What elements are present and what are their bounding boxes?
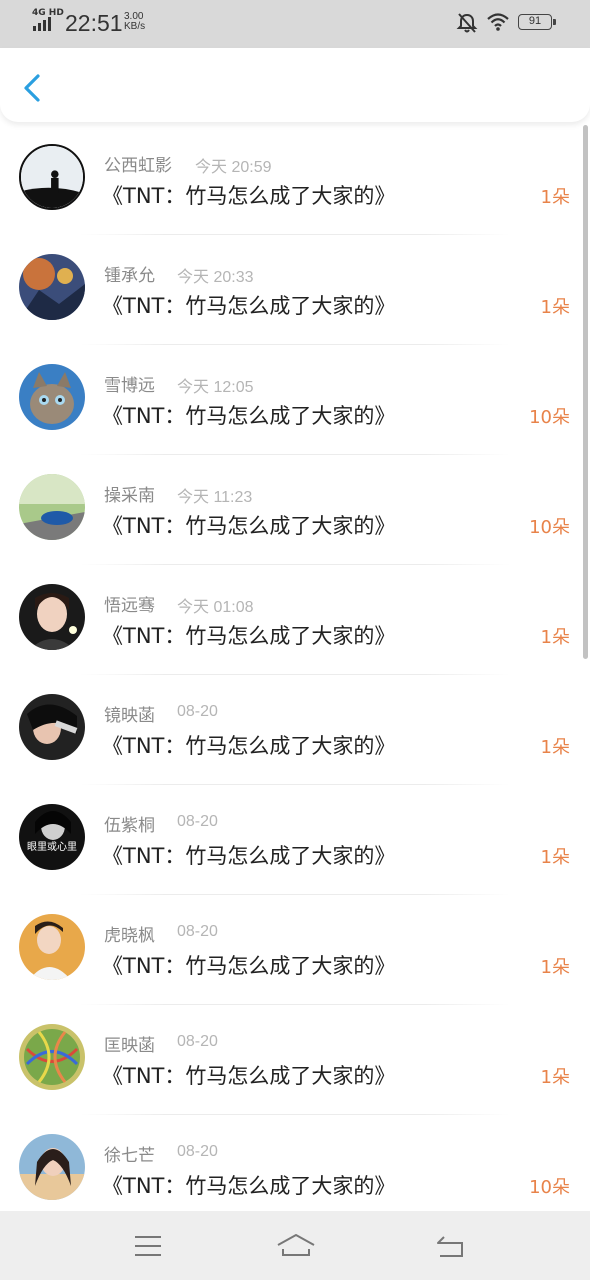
top-app-bar (0, 48, 590, 122)
book-title: 《TNT：竹马怎么成了大家的》 (102, 734, 396, 758)
sender-name: 公西虹影 (104, 156, 172, 176)
sent-time: 今天 20:33 (177, 269, 254, 286)
sent-time: 08-20 (177, 813, 218, 830)
status-bar: 4G HD 22:51 3.00 KB/s 91 (0, 0, 590, 48)
gift-record-list: 公西虹影 今天 20:59 《TNT：竹马怎么成了大家的》 1朵 锺承允 今天 … (0, 125, 590, 1211)
book-title: 《TNT：竹马怎么成了大家的》 (102, 1174, 396, 1198)
flower-count: 10朵 (529, 517, 570, 538)
avatar (19, 364, 85, 430)
book-title: 《TNT：竹马怎么成了大家的》 (102, 844, 396, 868)
book-title: 《TNT：竹马怎么成了大家的》 (102, 294, 396, 318)
sent-time: 08-20 (177, 703, 218, 720)
avatar (19, 474, 85, 540)
sender-name: 伍紫桐 (104, 816, 155, 836)
sender-name: 镜映菡 (104, 706, 155, 726)
sent-time: 今天 20:59 (195, 159, 272, 176)
flower-count: 1朵 (540, 847, 570, 868)
list-item[interactable]: 公西虹影 今天 20:59 《TNT：竹马怎么成了大家的》 1朵 (0, 125, 590, 235)
sent-time: 08-20 (177, 923, 218, 940)
avatar (19, 1134, 85, 1200)
avatar (19, 914, 85, 980)
book-title: 《TNT：竹马怎么成了大家的》 (102, 404, 396, 428)
clock: 22:51 (65, 10, 123, 36)
flower-count: 10朵 (529, 1177, 570, 1198)
bell-off-icon (456, 13, 478, 33)
speed-unit: KB/s (124, 21, 146, 32)
chevron-left-icon[interactable] (16, 68, 50, 108)
list-item[interactable]: 悟远骞 今天 01:08 《TNT：竹马怎么成了大家的》 1朵 (0, 565, 590, 675)
list-item[interactable]: 眼里或心里 伍紫桐 08-20 《TNT：竹马怎么成了大家的》 1朵 (0, 785, 590, 895)
wifi-icon (487, 13, 509, 31)
list-item[interactable]: 匡映菡 08-20 《TNT：竹马怎么成了大家的》 1朵 (0, 1005, 590, 1115)
flower-count: 1朵 (540, 627, 570, 648)
list-item[interactable]: 镜映菡 08-20 《TNT：竹马怎么成了大家的》 1朵 (0, 675, 590, 785)
book-title: 《TNT：竹马怎么成了大家的》 (102, 1064, 396, 1088)
avatar-caption: 眼里或心里 (27, 841, 77, 853)
signal-icon (33, 17, 51, 31)
avatar (19, 694, 85, 760)
list-item[interactable]: 操采南 今天 11:23 《TNT：竹马怎么成了大家的》 10朵 (0, 455, 590, 565)
sent-time: 08-20 (177, 1033, 218, 1050)
book-title: 《TNT：竹马怎么成了大家的》 (102, 514, 396, 538)
sender-name: 匡映菡 (104, 1036, 155, 1056)
sent-time: 今天 12:05 (177, 379, 254, 396)
sender-name: 虎晓枫 (104, 926, 155, 946)
sent-time: 今天 01:08 (177, 599, 254, 616)
flower-count: 1朵 (540, 297, 570, 318)
scrollbar[interactable] (583, 125, 588, 659)
sent-time: 今天 11:23 (177, 489, 253, 506)
flower-count: 1朵 (540, 737, 570, 758)
sent-time: 08-20 (177, 1143, 218, 1160)
avatar (19, 584, 85, 650)
avatar (19, 144, 85, 210)
back-icon[interactable] (430, 1229, 470, 1263)
menu-icon[interactable] (128, 1229, 168, 1263)
list-item[interactable]: 锺承允 今天 20:33 《TNT：竹马怎么成了大家的》 1朵 (0, 235, 590, 345)
home-icon[interactable] (274, 1229, 318, 1263)
book-title: 《TNT：竹马怎么成了大家的》 (102, 624, 396, 648)
book-title: 《TNT：竹马怎么成了大家的》 (102, 954, 396, 978)
battery-indicator: 91 (518, 14, 556, 30)
avatar (19, 1024, 85, 1090)
flower-count: 1朵 (540, 187, 570, 208)
flower-count: 10朵 (529, 407, 570, 428)
sender-name: 操采南 (104, 486, 155, 506)
avatar: 眼里或心里 (19, 804, 85, 870)
list-item[interactable]: 虎晓枫 08-20 《TNT：竹马怎么成了大家的》 1朵 (0, 895, 590, 1005)
sender-name: 悟远骞 (104, 596, 155, 616)
sender-name: 徐七芒 (104, 1146, 155, 1166)
flower-count: 1朵 (540, 1067, 570, 1088)
network-speed: 3.00 KB/s (124, 12, 145, 32)
sender-name: 锺承允 (104, 266, 155, 286)
flower-count: 1朵 (540, 957, 570, 978)
system-nav-bar (0, 1211, 590, 1280)
book-title: 《TNT：竹马怎么成了大家的》 (102, 184, 396, 208)
list-item[interactable]: 雪博远 今天 12:05 《TNT：竹马怎么成了大家的》 10朵 (0, 345, 590, 455)
list-item[interactable]: 徐七芒 08-20 《TNT：竹马怎么成了大家的》 10朵 (0, 1115, 590, 1211)
sender-name: 雪博远 (104, 376, 155, 396)
avatar (19, 254, 85, 320)
